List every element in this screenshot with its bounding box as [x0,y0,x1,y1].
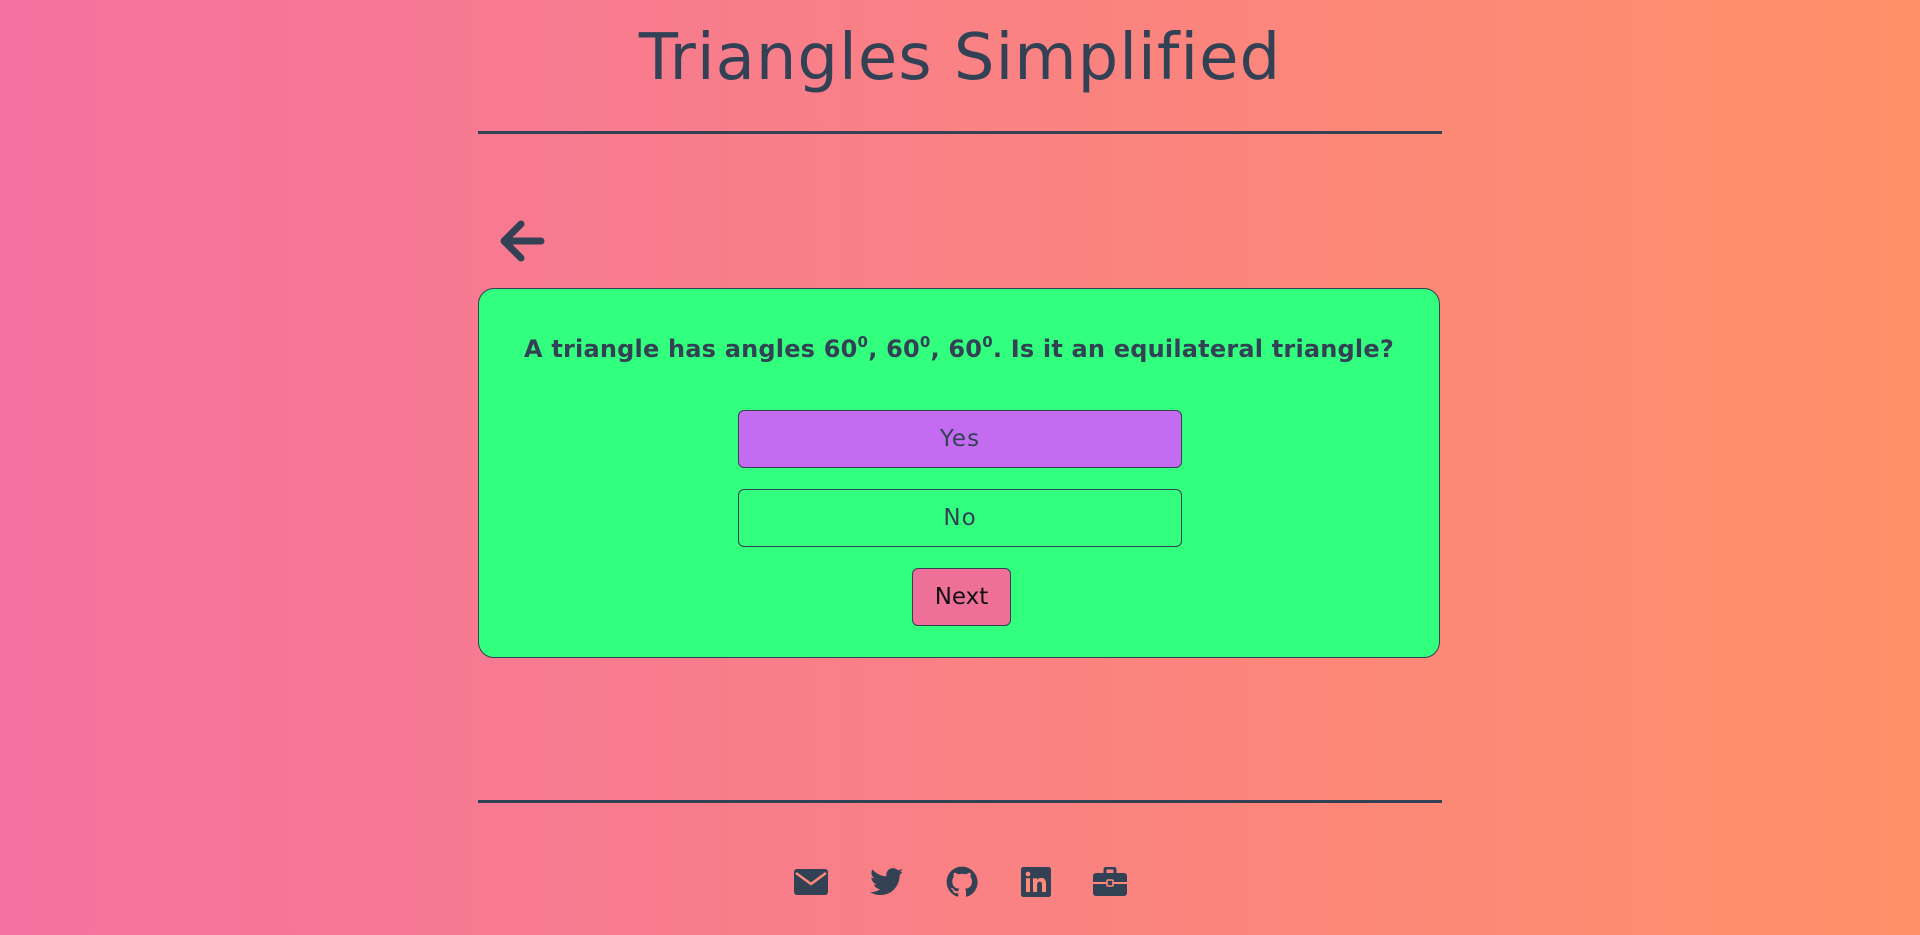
page-title: Triangles Simplified [638,21,1282,95]
question-suffix: . Is it an equilateral triangle? [992,335,1394,363]
twitter-link[interactable] [869,866,905,902]
degree-mark: 0 [857,333,869,351]
quiz-card: A triangle has angles 600, 600, 600. Is … [478,288,1440,658]
footer-divider [478,800,1442,803]
arrow-left-icon [499,220,545,266]
github-icon [946,866,978,902]
header-divider [478,131,1442,134]
github-link[interactable] [944,866,980,902]
degree-mark: 0 [982,333,993,351]
degree-mark: 0 [919,333,931,351]
back-button[interactable] [496,218,548,268]
angle-3: 60 [948,335,983,363]
email-link[interactable] [793,866,829,902]
footer-social-links [0,866,1920,902]
linkedin-icon [1021,867,1051,901]
twitter-icon [870,868,904,900]
briefcase-icon [1093,866,1127,901]
portfolio-link[interactable] [1092,866,1128,902]
linkedin-link[interactable] [1018,866,1054,902]
next-button[interactable]: Next [912,568,1011,626]
option-no-button[interactable]: No [738,489,1182,547]
envelope-icon [794,869,828,899]
angle-2: 60 [886,335,920,363]
angle-1: 60 [823,335,858,363]
separator: , [868,335,887,363]
question-text: A triangle has angles 600, 600, 600. Is … [479,333,1439,364]
separator: , [930,335,949,363]
option-yes-button[interactable]: Yes [738,410,1182,468]
question-prefix: A triangle has angles [524,335,824,363]
